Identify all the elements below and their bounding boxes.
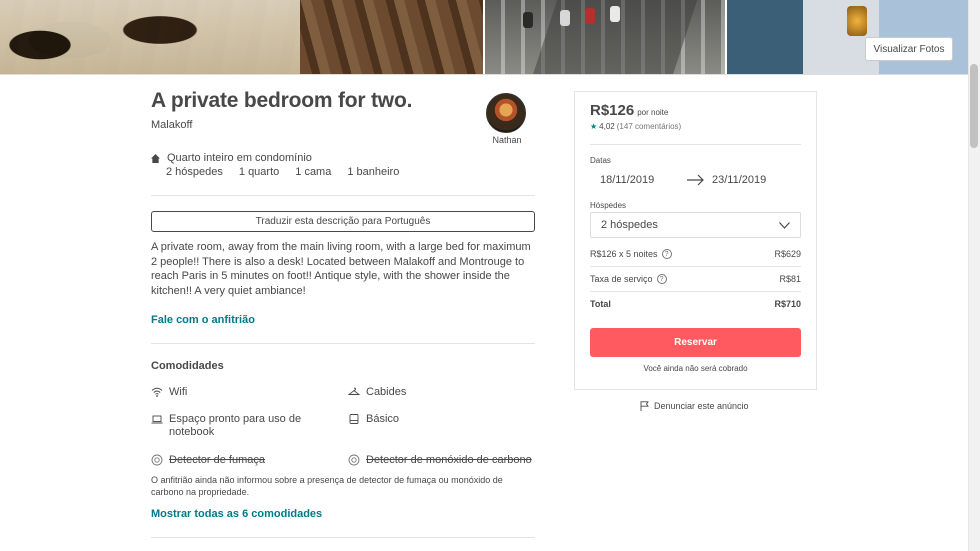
divider <box>590 144 801 145</box>
photo-car <box>560 10 570 26</box>
wifi-icon <box>151 387 163 397</box>
dates-label: Datas <box>590 156 611 165</box>
divider <box>151 195 535 196</box>
room-type-label: Quarto inteiro em condomínio <box>167 152 312 164</box>
price-row: R$126 por noite <box>590 102 668 119</box>
stat-bedrooms: 1 quarto <box>238 166 280 178</box>
booking-card: R$126 por noite ★ 4,02 (147 comentários)… <box>574 91 817 390</box>
amenity-label: Detector de fumaça <box>169 454 265 466</box>
scrollbar-thumb[interactable] <box>970 64 978 148</box>
total-row: Total R$710 <box>590 299 801 309</box>
home-icon <box>151 153 160 163</box>
listing-location[interactable]: Malakoff <box>151 119 192 131</box>
show-all-amenities-link[interactable]: Mostrar todas as 6 comodidades <box>151 508 322 520</box>
not-charged-note: Você ainda não será cobrado <box>643 364 748 373</box>
hanger-icon <box>348 387 360 395</box>
service-fee-label: Taxa de serviço <box>590 274 653 284</box>
service-fee-value: R$81 <box>779 274 801 284</box>
amenity-smoke-detector: Detector de fumaça <box>151 454 309 467</box>
chevron-down-icon <box>779 221 790 229</box>
co-detector-icon <box>348 454 360 466</box>
divider <box>590 291 801 292</box>
help-icon[interactable]: ? <box>661 249 672 259</box>
listing-title: A private bedroom for two. <box>151 89 413 112</box>
photo-car <box>523 12 533 28</box>
star-icon: ★ <box>590 122 598 131</box>
rating-row[interactable]: ★ 4,02 (147 comentários) <box>590 122 681 131</box>
guests-label: Hóspedes <box>590 201 627 210</box>
laptop-icon <box>151 415 163 424</box>
service-fee-row: Taxa de serviço ? R$81 <box>590 274 801 284</box>
amenities-heading: Comodidades <box>151 360 224 372</box>
photo-bedroom[interactable] <box>0 0 483 74</box>
photo-lamp-detail <box>847 6 867 36</box>
review-count[interactable]: (147 comentários) <box>617 122 681 131</box>
report-listing-link[interactable]: Denunciar este anúncio <box>640 401 749 411</box>
amenities-note: O anfitrião ainda não informou sobre a p… <box>151 475 503 497</box>
guests-dropdown[interactable]: 2 hóspedes <box>590 212 801 238</box>
host-profile[interactable]: Nathan <box>486 93 528 145</box>
arrow-right-icon <box>687 174 704 186</box>
divider <box>590 266 801 267</box>
room-type: Quarto inteiro em condomínio <box>151 152 312 164</box>
check-in-date[interactable]: 18/11/2019 <box>600 174 654 186</box>
stat-guests: 2 hóspedes <box>166 166 223 178</box>
rating-value: 4,02 <box>599 122 615 131</box>
amenity-label: Espaço pronto para uso de notebook <box>169 413 302 438</box>
check-out-date[interactable]: 23/11/2019 <box>712 174 766 186</box>
guests-value: 2 hóspedes <box>601 219 658 231</box>
view-photos-button[interactable]: Visualizar Fotos <box>865 37 953 61</box>
host-avatar[interactable] <box>486 93 526 133</box>
photo-rug-detail <box>0 0 300 74</box>
scrollbar[interactable] <box>968 0 980 551</box>
photo-gallery[interactable]: Visualizar Fotos <box>0 0 980 75</box>
flag-icon <box>640 401 649 411</box>
report-label[interactable]: Denunciar este anúncio <box>654 401 749 411</box>
amenity-label: Wifi <box>169 386 188 398</box>
nightly-cost-row: R$126 x 5 noites ? R$629 <box>590 249 801 259</box>
amenity-co-detector: Detector de monóxido de carbono <box>348 454 556 467</box>
nightly-cost-label: R$126 x 5 noites <box>590 249 658 259</box>
amenity-essentials: Básico <box>348 413 506 426</box>
amenity-wifi: Wifi <box>151 386 309 399</box>
photo-floor-detail <box>300 0 483 74</box>
photo-car <box>610 6 620 22</box>
smoke-detector-icon <box>151 454 163 466</box>
essentials-icon <box>349 414 359 424</box>
divider <box>151 537 535 538</box>
amenity-hangers: Cabides <box>348 386 506 399</box>
photo-car <box>585 8 595 24</box>
amenity-label: Básico <box>366 413 400 425</box>
amenity-label: Detector de monóxido de carbono <box>366 454 532 466</box>
photo-street-view[interactable] <box>485 0 725 74</box>
divider <box>151 343 535 344</box>
nightly-price: R$126 <box>590 102 635 119</box>
contact-host-link[interactable]: Fale com o anfitrião <box>151 314 255 326</box>
stat-bathrooms: 1 banheiro <box>347 166 400 178</box>
room-stats: 2 hóspedes 1 quarto 1 cama 1 banheiro <box>166 166 399 178</box>
translate-description-button[interactable]: Traduzir esta descrição para Português <box>151 211 535 232</box>
amenity-label: Cabides <box>366 386 407 398</box>
host-name[interactable]: Nathan <box>486 135 528 145</box>
stat-beds: 1 cama <box>295 166 332 178</box>
listing-description: A private room, away from the main livin… <box>151 241 531 297</box>
per-night-label: por noite <box>637 108 669 117</box>
nightly-cost-value: R$629 <box>774 249 801 259</box>
amenity-laptop-workspace: Espaço pronto para uso de notebook <box>151 413 309 439</box>
reserve-button[interactable]: Reservar <box>590 328 801 357</box>
total-label: Total <box>590 299 611 309</box>
total-value: R$710 <box>774 299 801 309</box>
help-icon[interactable]: ? <box>656 274 667 284</box>
